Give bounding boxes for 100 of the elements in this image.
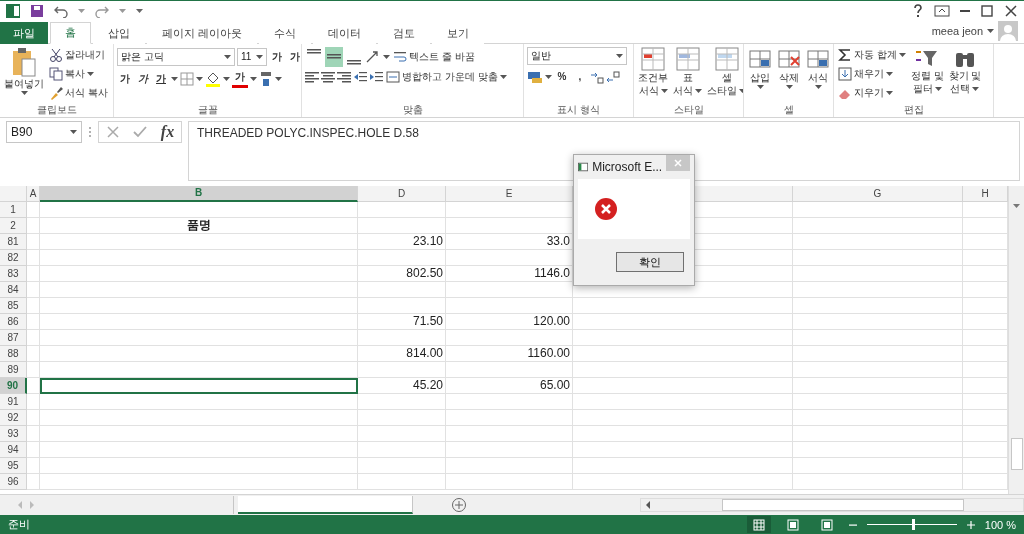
caret-icon <box>20 90 28 95</box>
empty-cell <box>27 345 40 362</box>
maximize-icon <box>980 4 994 17</box>
ribbon-tab[interactable]: 홈 <box>50 21 91 44</box>
zoom-level[interactable]: 100 % <box>984 518 1016 531</box>
table-cell: 품명 <box>40 217 358 234</box>
empty-cell <box>27 265 40 282</box>
caret-icon <box>383 54 390 59</box>
caret-icon <box>499 75 507 80</box>
column-header[interactable]: H <box>963 185 1008 202</box>
active-cell[interactable] <box>40 377 358 394</box>
page-break-icon <box>820 518 833 531</box>
empty-cell <box>27 313 40 330</box>
table-cell: 120.00 <box>446 313 573 330</box>
caret-icon <box>660 88 668 93</box>
sheet-tab[interactable] <box>238 496 413 515</box>
column-header[interactable]: E <box>446 185 573 202</box>
comma-button[interactable]: , <box>572 66 588 87</box>
column-header[interactable]: D <box>358 185 446 202</box>
table-cell: 71.50 <box>358 313 446 330</box>
format-painter-button[interactable]: 서식 복사 <box>48 84 109 102</box>
style-button[interactable]: 셀 스타일 <box>706 46 743 103</box>
copy-icon <box>49 67 63 82</box>
copy-button[interactable]: 복사 <box>48 65 109 83</box>
save-icon <box>30 3 44 18</box>
cells-button[interactable]: 삭제 <box>776 46 802 103</box>
font-color-button[interactable]: 가 <box>232 69 248 88</box>
table-cell: 23.10 <box>358 233 446 250</box>
caret-icon <box>119 8 126 13</box>
italic-button[interactable]: 가 <box>135 68 151 89</box>
caret-icon <box>78 8 85 13</box>
align-button[interactable] <box>325 46 343 67</box>
scrollbar-thumb[interactable] <box>1010 438 1023 471</box>
caret-icon <box>934 86 942 91</box>
table-cell: 45.20 <box>358 377 446 394</box>
wrap-text-button[interactable]: 텍스트 줄 바꿈 <box>392 48 476 66</box>
table-style-icon <box>675 46 700 71</box>
percent-button[interactable]: % <box>554 66 570 87</box>
align-center-icon <box>321 71 335 83</box>
zoom-slider-thumb[interactable] <box>911 519 915 531</box>
fill-button[interactable]: 채우기 <box>837 65 907 83</box>
ok-button[interactable]: 확인 <box>616 252 684 272</box>
find-select-button[interactable]: 찾기 및 선택 <box>947 46 983 103</box>
view-button[interactable] <box>746 516 771 534</box>
style-button[interactable]: 표 서식 <box>672 46 703 103</box>
vertical-scrollbar[interactable] <box>1008 185 1024 495</box>
empty-cell <box>27 297 40 314</box>
column-header[interactable]: G <box>793 185 963 202</box>
caret-icon <box>136 8 143 13</box>
caret-icon <box>224 54 231 59</box>
group-label: 맞춤 <box>401 102 424 117</box>
horizontal-scrollbar[interactable] <box>640 498 1024 513</box>
paste-button[interactable]: 붙여넣기 <box>3 46 45 103</box>
clear-button[interactable]: 지우기 <box>837 84 907 102</box>
empty-cell <box>27 441 40 458</box>
font-size-dropdown[interactable]: 11 <box>237 47 267 66</box>
scroll-left-icon <box>644 500 652 511</box>
shrink-font-button[interactable]: 가 <box>287 46 301 67</box>
underline-button[interactable]: 가 <box>153 68 169 89</box>
group-label: 셀 <box>782 102 795 117</box>
close-icon <box>674 159 683 167</box>
group-label: 표시 형식 <box>556 102 601 117</box>
cells-button[interactable]: 삽입 <box>747 46 773 103</box>
scroll-left-icon <box>16 500 24 511</box>
caret-icon <box>756 84 764 89</box>
wrap-text-icon <box>393 49 407 64</box>
borders-icon <box>180 71 194 86</box>
caret-icon <box>275 76 282 81</box>
file-tab[interactable]: 파일 <box>0 21 48 44</box>
column-header[interactable]: A <box>27 185 40 202</box>
scrollbar-thumb[interactable] <box>722 499 964 512</box>
cut-button[interactable]: 잘라내기 <box>48 46 109 64</box>
caret-icon <box>987 28 994 33</box>
decrease-indent-icon <box>353 71 367 84</box>
user-name[interactable]: meea jeon <box>931 24 983 37</box>
empty-cell <box>27 457 40 474</box>
bold-button[interactable]: 가 <box>117 68 133 89</box>
cancel-icon <box>105 124 120 139</box>
caret-icon <box>196 76 203 81</box>
name-box[interactable]: B90 <box>6 120 82 143</box>
scroll-right-icon <box>28 500 36 511</box>
empty-cell <box>27 377 40 394</box>
group-label: 클립보드 <box>35 102 78 117</box>
caret-icon <box>250 76 257 81</box>
group-label: 편집 <box>902 102 925 117</box>
font-name-dropdown[interactable]: 맑은 고딕 <box>117 47 235 66</box>
fill-color-icon <box>205 70 221 87</box>
ribbon-display-icon <box>934 4 950 17</box>
error-icon <box>594 197 618 221</box>
number-format-dropdown[interactable]: 일반 <box>527 46 627 65</box>
style-button[interactable]: 조건부 서식 <box>637 46 669 103</box>
sort-filter-button[interactable]: 정렬 및 필터 <box>909 46 945 103</box>
cells-button[interactable]: 서식 <box>805 46 831 103</box>
merge-center-button[interactable]: 병합하고 가운데 맞춤 <box>385 68 508 86</box>
insert-function-button[interactable]: fx <box>160 122 175 141</box>
autosum-button[interactable]: 자동 합계 <box>837 46 907 64</box>
grow-font-button[interactable]: 가 <box>269 46 285 67</box>
table-cell: 1160.00 <box>446 345 573 362</box>
column-header[interactable]: B <box>40 185 358 202</box>
caret-icon <box>739 88 743 93</box>
